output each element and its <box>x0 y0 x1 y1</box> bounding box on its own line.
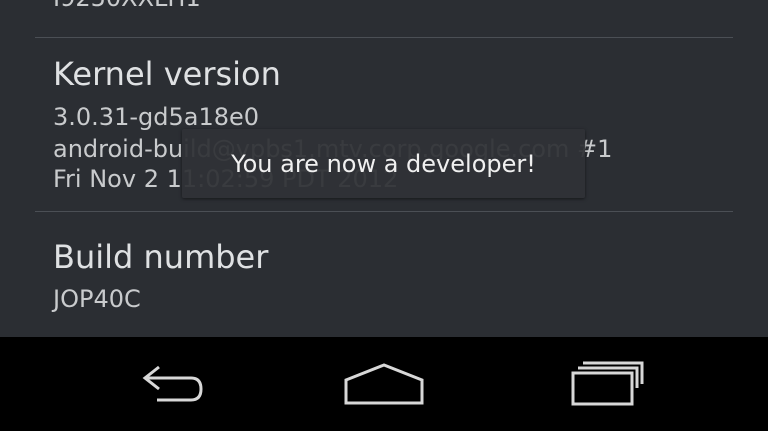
baseband-version-value: I9250XXLH1 <box>53 0 201 12</box>
build-number-item[interactable]: Build number JOP40C <box>0 212 768 337</box>
navigation-bar <box>0 337 768 431</box>
back-arrow-icon <box>142 365 203 402</box>
recent-apps-button[interactable] <box>545 357 655 411</box>
home-icon <box>344 363 424 405</box>
toast-message: You are now a developer! <box>231 149 536 178</box>
build-number-value: JOP40C <box>53 285 141 313</box>
kernel-version-line-1: 3.0.31-gd5a18e0 <box>53 103 260 131</box>
settings-screen: I9250XXLH1 Kernel version 3.0.31-gd5a18e… <box>0 0 768 337</box>
build-number-title: Build number <box>53 238 269 276</box>
back-button[interactable] <box>116 357 226 411</box>
kernel-version-title: Kernel version <box>53 55 281 93</box>
recent-apps-icon <box>571 361 644 406</box>
toast: You are now a developer! <box>182 129 585 198</box>
home-button[interactable] <box>329 357 439 411</box>
baseband-version-item[interactable]: I9250XXLH1 <box>0 0 768 37</box>
